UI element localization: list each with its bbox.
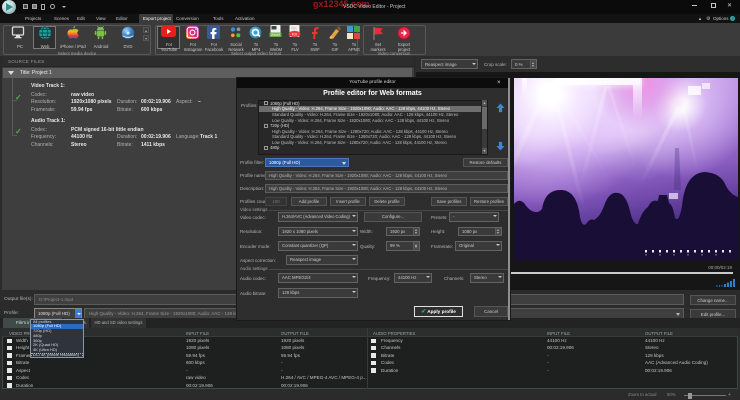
svg-text:WebM: WebM: [271, 33, 280, 37]
svg-text:FLV: FLV: [292, 32, 298, 36]
